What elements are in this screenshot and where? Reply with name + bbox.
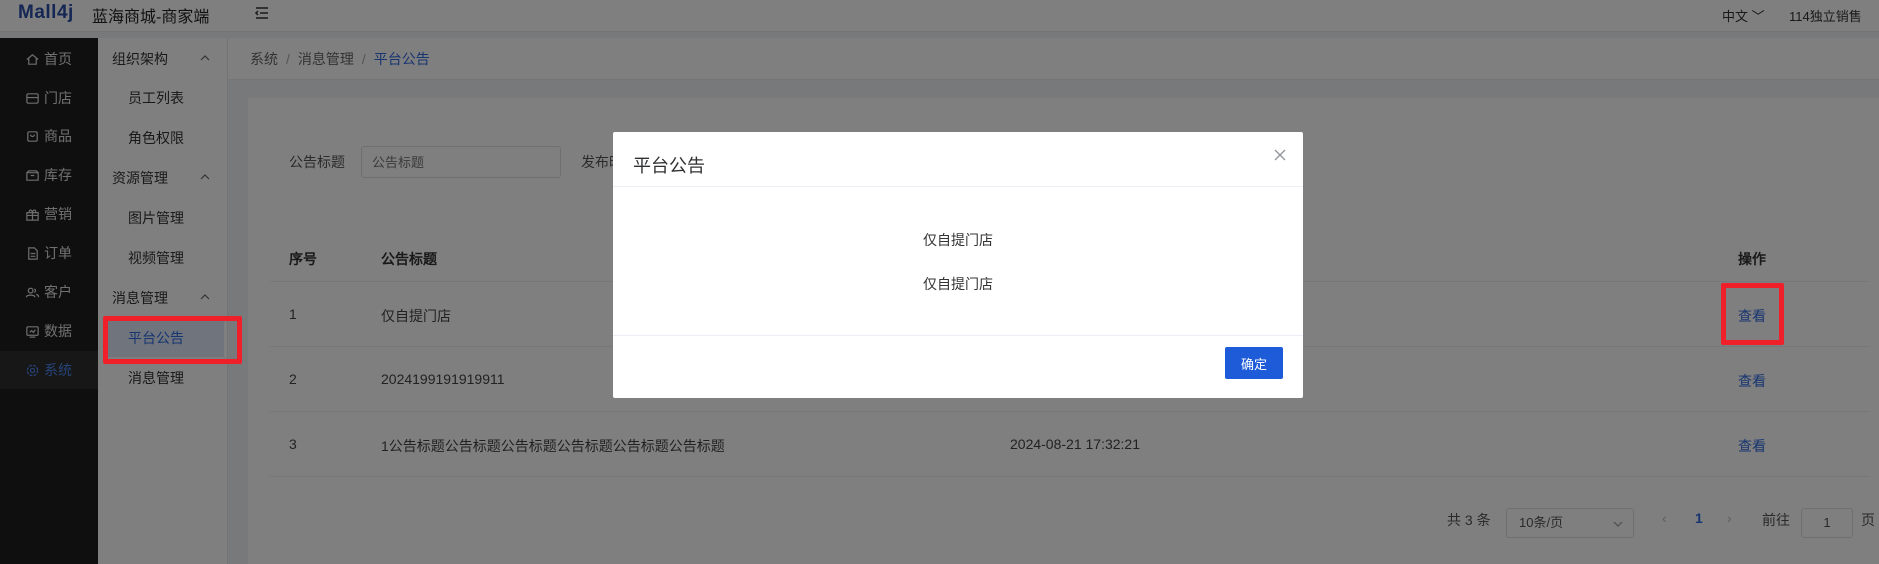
page: Mall4j 蓝海商城-商家端 中文 ﹀ 114独立销售 首页 门店 商品 库存 (0, 0, 1879, 564)
dialog-content-line: 仅自提门店 (923, 232, 993, 248)
dialog-title: 平台公告 (633, 156, 705, 176)
dialog-divider (613, 186, 1303, 187)
highlight-box-menu (103, 316, 242, 364)
announcement-dialog: 平台公告 仅自提门店 仅自提门店 确定 (613, 132, 1303, 398)
confirm-button[interactable]: 确定 (1225, 347, 1283, 379)
dialog-divider (613, 335, 1303, 336)
highlight-box-view (1721, 283, 1784, 345)
dialog-content-line: 仅自提门店 (923, 276, 993, 292)
close-icon[interactable] (1273, 148, 1287, 162)
